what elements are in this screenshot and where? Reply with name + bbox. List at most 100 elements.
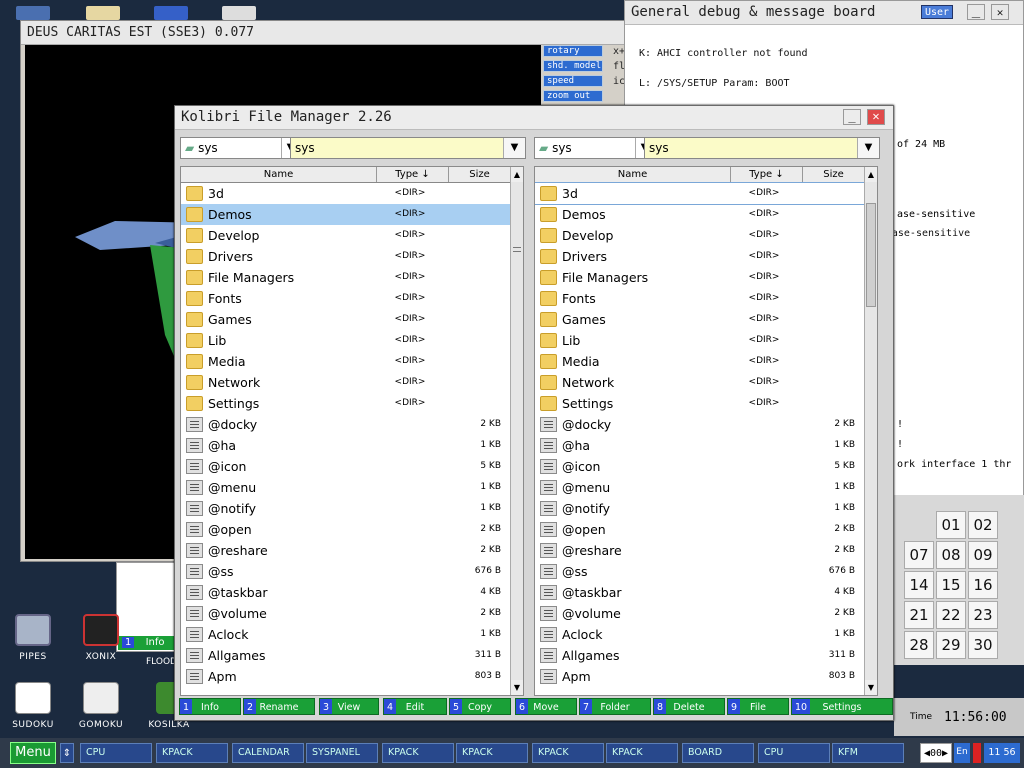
option-zoom-out-button[interactable]: zoom out: [543, 90, 603, 102]
taskbar-task-button[interactable]: KPACK: [456, 743, 528, 763]
fkey-rename-button[interactable]: 2 Rename: [243, 698, 315, 715]
file-row[interactable]: @ha 1 KB: [181, 435, 517, 456]
taskbar-task-button[interactable]: KFM: [832, 743, 904, 763]
fkey-copy-button[interactable]: 5 Copy: [449, 698, 511, 715]
calendar-day[interactable]: 01: [936, 511, 966, 539]
file-row[interactable]: Drivers <DIR>: [181, 246, 517, 267]
calendar-day[interactable]: 30: [968, 631, 998, 659]
file-row[interactable]: Allgames 311 B: [535, 645, 871, 666]
left-file-pane[interactable]: Name Type ↓ Size 3d <DIR> Demos <DIR> Develo…: [180, 166, 524, 696]
file-row[interactable]: @ss 676 B: [535, 561, 871, 582]
user-button[interactable]: User: [921, 5, 953, 19]
scroll-up-icon[interactable]: ▲: [865, 167, 877, 182]
file-row[interactable]: Demos <DIR>: [535, 204, 871, 225]
calendar-day[interactable]: 22: [936, 601, 966, 629]
file-row[interactable]: Settings <DIR>: [181, 393, 517, 414]
scroll-thumb[interactable]: [866, 203, 876, 307]
desktop-icon-xonix[interactable]: XONIX: [66, 614, 136, 662]
option-shd-model-button[interactable]: shd. model: [543, 60, 603, 72]
desktop-icon-pipes[interactable]: PIPES: [0, 614, 68, 662]
file-row[interactable]: Fonts <DIR>: [535, 288, 871, 309]
file-row[interactable]: @icon 5 KB: [181, 456, 517, 477]
file-row[interactable]: File Managers <DIR>: [535, 267, 871, 288]
file-row[interactable]: @notify 1 KB: [181, 498, 517, 519]
calendar-day[interactable]: 08: [936, 541, 966, 569]
left-drive-select[interactable]: ▰ sys ▼: [180, 137, 300, 159]
menu-button[interactable]: Menu: [10, 742, 56, 764]
taskbar-clock[interactable]: 11 56: [984, 743, 1020, 763]
option-speed-button[interactable]: speed: [543, 75, 603, 87]
file-row[interactable]: Aclock 1 KB: [535, 624, 871, 645]
calendar-day[interactable]: 14: [904, 571, 934, 599]
option-rotary-button[interactable]: rotary: [543, 45, 603, 57]
file-row[interactable]: Aclock 1 KB: [181, 624, 517, 645]
file-row[interactable]: @reshare 2 KB: [181, 540, 517, 561]
file-row[interactable]: @notify 1 KB: [535, 498, 871, 519]
file-row[interactable]: Network <DIR>: [181, 372, 517, 393]
desktop-icon-gomoku[interactable]: GOMOKU: [66, 682, 136, 730]
fkey-info-button[interactable]: 1 Info: [179, 698, 241, 715]
calendar-day[interactable]: 16: [968, 571, 998, 599]
file-row[interactable]: @docky 2 KB: [535, 414, 871, 435]
file-row[interactable]: Settings <DIR>: [535, 393, 871, 414]
fkey-edit-button[interactable]: 4 Edit: [383, 698, 447, 715]
left-scrollbar[interactable]: ▲ ▼: [510, 167, 523, 695]
fkey-folder-button[interactable]: 7 Folder: [579, 698, 651, 715]
calendar-day[interactable]: 29: [936, 631, 966, 659]
calendar-day[interactable]: 09: [968, 541, 998, 569]
path-history-button[interactable]: ▼: [857, 138, 879, 158]
file-row[interactable]: Network <DIR>: [535, 372, 871, 393]
desktop-icon-top-2[interactable]: [86, 6, 120, 20]
fkey-view-button[interactable]: 3 View: [319, 698, 379, 715]
taskbar-task-button[interactable]: BOARD: [682, 743, 754, 763]
calendar-day[interactable]: 23: [968, 601, 998, 629]
file-row[interactable]: @docky 2 KB: [181, 414, 517, 435]
file-row[interactable]: File Managers <DIR>: [181, 267, 517, 288]
right-path-field[interactable]: sys ▼: [644, 137, 880, 159]
fkey-file-button[interactable]: 9 File: [727, 698, 789, 715]
taskbar-task-button[interactable]: SYSPANEL: [306, 743, 378, 763]
file-row[interactable]: Apm 803 B: [181, 666, 517, 687]
size-column-header[interactable]: Size: [803, 167, 865, 182]
file-row[interactable]: Demos <DIR>: [181, 204, 517, 225]
calendar-day[interactable]: 02: [968, 511, 998, 539]
taskbar-task-button[interactable]: KPACK: [156, 743, 228, 763]
file-row[interactable]: @open 2 KB: [181, 519, 517, 540]
file-row[interactable]: 3d <DIR>: [535, 182, 872, 205]
file-row[interactable]: @menu 1 KB: [181, 477, 517, 498]
scroll-down-icon[interactable]: ▼: [865, 680, 877, 695]
scroll-down-icon[interactable]: ▼: [511, 680, 523, 695]
file-row[interactable]: Games <DIR>: [181, 309, 517, 330]
desktop-icon-top-3[interactable]: [154, 6, 188, 20]
minimize-button[interactable]: _: [843, 109, 861, 125]
name-column-header[interactable]: Name: [181, 167, 377, 182]
file-row[interactable]: @ss 676 B: [181, 561, 517, 582]
file-row[interactable]: Games <DIR>: [535, 309, 871, 330]
file-row[interactable]: @menu 1 KB: [535, 477, 871, 498]
taskbar-task-button[interactable]: CPU: [80, 743, 152, 763]
taskbar-task-button[interactable]: KPACK: [382, 743, 454, 763]
type-column-header[interactable]: Type ↓: [377, 167, 449, 182]
fkey-delete-button[interactable]: 8 Delete: [653, 698, 725, 715]
calendar-day[interactable]: 28: [904, 631, 934, 659]
file-row[interactable]: Apm 803 B: [535, 666, 871, 687]
taskbar-task-button[interactable]: CALENDAR: [232, 743, 304, 763]
file-row[interactable]: @reshare 2 KB: [535, 540, 871, 561]
file-row[interactable]: Lib <DIR>: [181, 330, 517, 351]
calendar-day[interactable]: 21: [904, 601, 934, 629]
file-row[interactable]: Media <DIR>: [181, 351, 517, 372]
file-row[interactable]: Develop <DIR>: [181, 225, 517, 246]
desktop-icon-sudoku[interactable]: SUDOKU: [0, 682, 68, 730]
fkey-move-button[interactable]: 6 Move: [515, 698, 577, 715]
right-file-pane[interactable]: Name Type ↓ Size 3d <DIR> Demos <DIR> Develo…: [534, 166, 878, 696]
close-button[interactable]: ✕: [867, 109, 885, 125]
file-row[interactable]: Media <DIR>: [535, 351, 871, 372]
taskbar-task-button[interactable]: CPU: [758, 743, 830, 763]
file-row[interactable]: Fonts <DIR>: [181, 288, 517, 309]
file-row[interactable]: @volume 2 KB: [535, 603, 871, 624]
lang-indicator[interactable]: En: [954, 743, 970, 763]
file-row[interactable]: @ha 1 KB: [535, 435, 871, 456]
file-row[interactable]: @taskbar 4 KB: [181, 582, 517, 603]
right-scrollbar[interactable]: ▲ ▼: [864, 167, 877, 695]
file-row[interactable]: @volume 2 KB: [181, 603, 517, 624]
